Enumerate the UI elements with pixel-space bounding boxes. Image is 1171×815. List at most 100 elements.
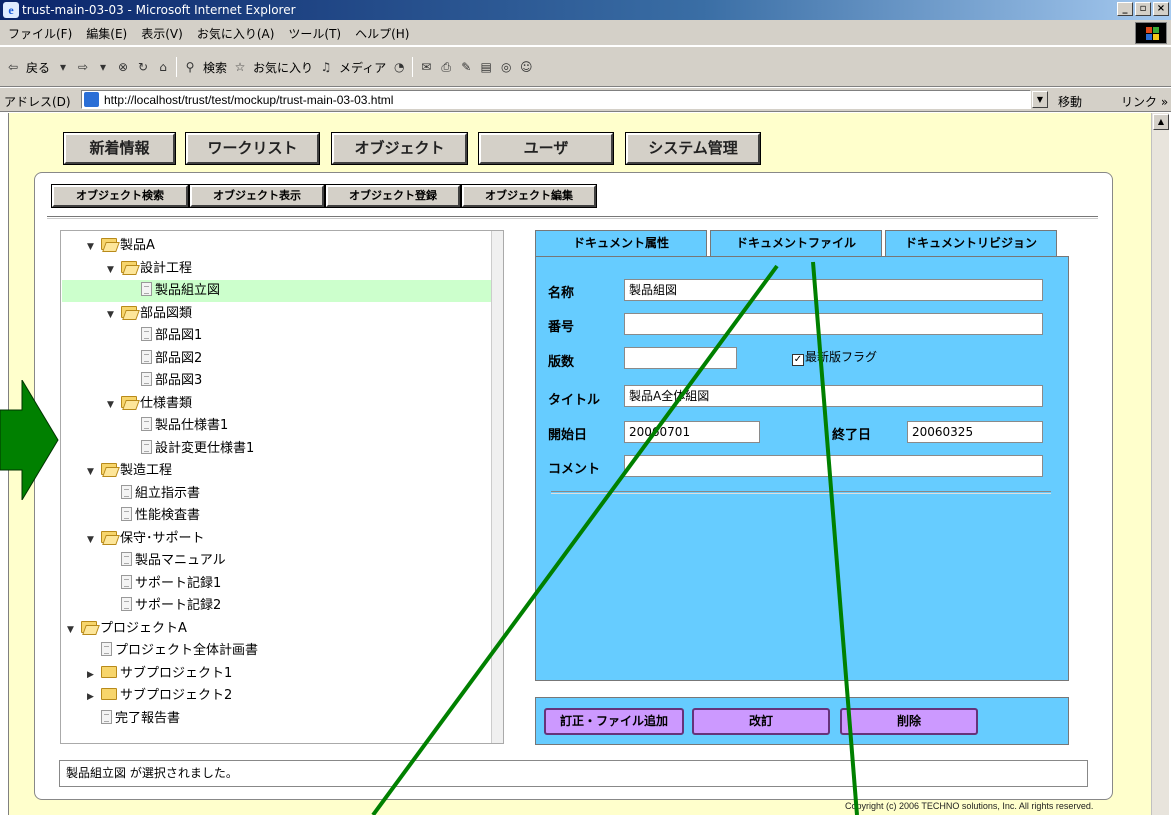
back-button-label[interactable]: 戻る xyxy=(26,59,50,76)
tree-node[interactable]: ▼ プロジェクトA xyxy=(67,618,187,640)
history-icon[interactable]: ◔ xyxy=(392,60,406,74)
address-url[interactable]: http://localhost/trust/test/mockup/trust… xyxy=(104,93,393,107)
refresh-icon[interactable]: ↻ xyxy=(136,60,150,74)
tree-node-label[interactable]: 部品図3 xyxy=(155,373,202,388)
favorites-icon[interactable]: ☆ xyxy=(233,60,247,74)
tree-node[interactable]: ▼ 設計工程 xyxy=(107,258,192,280)
tree-node[interactable]: ▼ 製品A xyxy=(87,235,155,257)
tree-node[interactable]: サポート記録1 xyxy=(121,573,221,595)
tree-node-label[interactable]: 製品仕様書1 xyxy=(155,418,228,433)
delete-button[interactable]: 削除 xyxy=(840,708,978,735)
tree-node[interactable]: 部品図3 xyxy=(141,370,202,392)
tree-node[interactable]: プロジェクト全体計画書 xyxy=(101,640,258,662)
title-field[interactable]: 製品A全体組図 xyxy=(624,385,1043,407)
tab-document-file[interactable]: ドキュメントファイル xyxy=(710,230,882,257)
latest-version-checkbox[interactable]: ✓ 最新版フラグ xyxy=(792,348,877,366)
dropdown-icon[interactable]: ▾ xyxy=(56,60,70,74)
menu-help[interactable]: ヘルプ(H) xyxy=(355,25,409,42)
menu-tools[interactable]: ツール(T) xyxy=(288,25,341,42)
tree-node-label[interactable]: 製品A xyxy=(120,238,155,253)
start-date-field[interactable]: 20060701 xyxy=(624,421,760,443)
tree-node-label[interactable]: 部品図2 xyxy=(155,351,202,366)
menu-favorites[interactable]: お気に入り(A) xyxy=(197,25,275,42)
tree-node[interactable]: サポート記録2 xyxy=(121,595,221,617)
name-field[interactable]: 製品組図 xyxy=(624,279,1043,301)
tree-node[interactable]: ▼ 仕様書類 xyxy=(107,393,192,415)
nav-worklist-button[interactable]: ワークリスト xyxy=(185,132,320,165)
scroll-up-icon[interactable]: ▲ xyxy=(1153,114,1169,130)
subnav-object-search-button[interactable]: オブジェクト検索 xyxy=(51,184,189,208)
media-icon[interactable]: ♫ xyxy=(319,60,333,74)
tree-node-label[interactable]: 完了報告書 xyxy=(115,711,180,726)
checkmark-icon[interactable]: ✓ xyxy=(792,354,804,366)
mail-icon[interactable]: ✉ xyxy=(419,60,433,74)
tree-node-label[interactable]: 製品組立図 xyxy=(155,283,220,298)
expand-arrow-icon[interactable]: ▼ xyxy=(67,619,81,641)
expand-arrow-icon[interactable]: ▼ xyxy=(107,394,121,416)
favorites-button-label[interactable]: お気に入り xyxy=(253,59,313,76)
tree-node-label[interactable]: サポート記録1 xyxy=(135,576,221,591)
stop-icon[interactable]: ⊗ xyxy=(116,60,130,74)
expand-arrow-icon[interactable]: ▼ xyxy=(87,529,101,551)
forward-arrow-icon[interactable]: ⇨ xyxy=(76,60,90,74)
tree-node[interactable]: ▶ サブプロジェクト2 xyxy=(87,685,232,707)
tree-node-label[interactable]: 性能検査書 xyxy=(135,508,200,523)
nav-object-button[interactable]: オブジェクト xyxy=(331,132,468,165)
minimize-button[interactable]: _ xyxy=(1117,2,1133,16)
tab-document-attributes[interactable]: ドキュメント属性 xyxy=(535,230,707,257)
menu-view[interactable]: 表示(V) xyxy=(141,25,183,42)
tree-node-label[interactable]: サポート記録2 xyxy=(135,598,221,613)
tree-node[interactable]: 組立指示書 xyxy=(121,483,200,505)
tree-node[interactable]: ▼ 保守･サポート xyxy=(87,528,205,550)
nav-system-admin-button[interactable]: システム管理 xyxy=(625,132,761,165)
tree-node-label[interactable]: サブプロジェクト2 xyxy=(120,688,232,703)
menu-edit[interactable]: 編集(E) xyxy=(86,25,127,42)
tree-node-label[interactable]: 設計工程 xyxy=(140,261,192,276)
tree-node-label[interactable]: サブプロジェクト1 xyxy=(120,666,232,681)
number-field[interactable] xyxy=(624,313,1043,335)
tree-node-label[interactable]: 設計変更仕様書1 xyxy=(155,441,254,456)
expand-arrow-icon[interactable]: ▼ xyxy=(87,461,101,483)
tree-node[interactable]: 部品図2 xyxy=(141,348,202,370)
tree-node[interactable]: 製品組立図 xyxy=(141,280,220,302)
research-icon[interactable]: ◎ xyxy=(499,60,513,74)
messenger-icon[interactable]: ☺ xyxy=(519,60,533,74)
correct-add-file-button[interactable]: 訂正・ファイル追加 xyxy=(544,708,684,735)
tree-node[interactable]: 製品マニュアル xyxy=(121,550,226,572)
dropdown-icon[interactable]: ▾ xyxy=(96,60,110,74)
media-button-label[interactable]: メディア xyxy=(339,59,386,76)
address-dropdown-icon[interactable]: ▼ xyxy=(1032,91,1048,108)
links-button[interactable]: リンク » xyxy=(1121,93,1168,110)
vertical-scrollbar[interactable]: ▲ xyxy=(1151,113,1169,815)
address-input[interactable]: http://localhost/trust/test/mockup/trust… xyxy=(81,90,1031,109)
tree-node[interactable]: 性能検査書 xyxy=(121,505,200,527)
collapse-arrow-icon[interactable]: ▶ xyxy=(87,686,101,708)
discuss-icon[interactable]: ▤ xyxy=(479,60,493,74)
tree-node-label[interactable]: 仕様書類 xyxy=(140,396,192,411)
tree-node[interactable]: ▼ 製造工程 xyxy=(87,460,172,482)
tree-node-label[interactable]: 製品マニュアル xyxy=(135,553,226,568)
tree-node-label[interactable]: 組立指示書 xyxy=(135,486,200,501)
expand-arrow-icon[interactable]: ▼ xyxy=(107,259,121,281)
close-button[interactable]: × xyxy=(1153,2,1169,16)
nav-user-button[interactable]: ユーザ xyxy=(478,132,614,165)
tree-node-label[interactable]: プロジェクト全体計画書 xyxy=(115,643,258,658)
back-arrow-icon[interactable]: ⇦ xyxy=(6,60,20,74)
search-icon[interactable]: ⚲ xyxy=(183,60,197,74)
menu-file[interactable]: ファイル(F) xyxy=(8,25,72,42)
tree-scrollbar[interactable] xyxy=(491,231,503,743)
home-icon[interactable]: ⌂ xyxy=(156,60,170,74)
tree-node[interactable]: ▼ 部品図類 xyxy=(107,303,192,325)
edit-icon[interactable]: ✎ xyxy=(459,60,473,74)
maximize-button[interactable]: ▫ xyxy=(1135,2,1151,16)
subnav-object-view-button[interactable]: オブジェクト表示 xyxy=(189,184,325,208)
tree-node-label[interactable]: 保守･サポート xyxy=(120,531,205,546)
print-icon[interactable]: ⎙ xyxy=(439,60,453,75)
search-button-label[interactable]: 検索 xyxy=(203,59,227,76)
expand-arrow-icon[interactable]: ▼ xyxy=(87,236,101,258)
tree-node[interactable]: 設計変更仕様書1 xyxy=(141,438,254,460)
nav-whats-new-button[interactable]: 新着情報 xyxy=(63,132,176,165)
tree-node-label[interactable]: 製造工程 xyxy=(120,463,172,478)
tab-document-revision[interactable]: ドキュメントリビジョン xyxy=(885,230,1057,257)
go-button[interactable]: 移動 xyxy=(1058,93,1082,110)
